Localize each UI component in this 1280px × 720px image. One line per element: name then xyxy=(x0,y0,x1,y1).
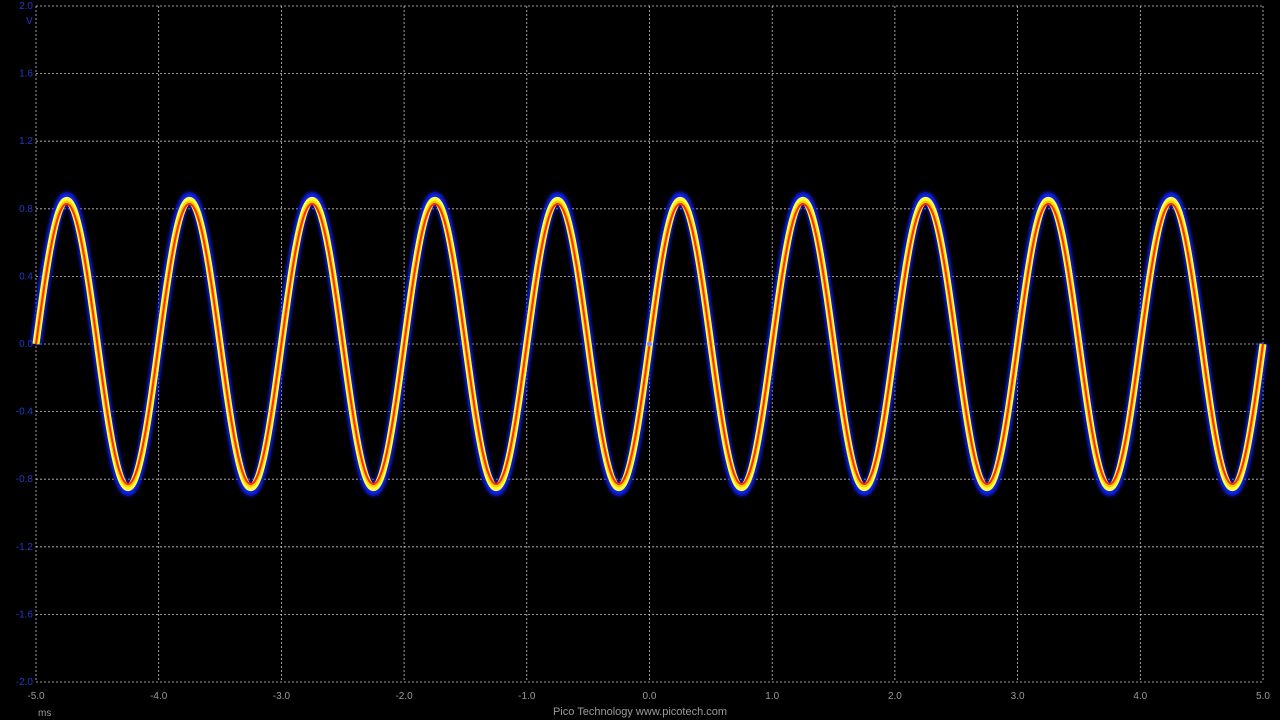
y-tick-label: -1.2 xyxy=(16,542,34,553)
x-tick-label: 0.0 xyxy=(643,691,657,702)
x-tick-label: 1.0 xyxy=(765,691,779,702)
y-tick-label: -0.8 xyxy=(16,474,34,485)
y-tick-label: 2.0 xyxy=(19,1,33,12)
y-tick-label: -1.6 xyxy=(16,609,34,620)
x-tick-label: 2.0 xyxy=(888,691,902,702)
footer-text: Pico Technology www.picotech.com xyxy=(553,706,727,718)
y-tick-label: 1.6 xyxy=(19,69,33,80)
x-tick-label: -5.0 xyxy=(27,691,45,702)
x-tick-label: -1.0 xyxy=(518,691,536,702)
x-tick-label: -2.0 xyxy=(395,691,413,702)
x-tick-label: 5.0 xyxy=(1256,691,1270,702)
y-tick-label: 1.2 xyxy=(19,136,33,147)
trigger-marker xyxy=(647,341,652,347)
y-tick-label: -2.0 xyxy=(16,677,34,688)
x-tick-label: -3.0 xyxy=(273,691,291,702)
x-unit-label: ms xyxy=(38,708,51,719)
plot-background xyxy=(0,0,1280,720)
y-unit-label: V xyxy=(26,16,33,27)
y-tick-label: -0.4 xyxy=(16,407,34,418)
oscilloscope-display: 2.0 1.6 1.2 0.8 0.4 0.0 -0.4 -0.8 -1.2 -1.6 -2.0 V… xyxy=(0,0,1280,720)
x-tick-label: 4.0 xyxy=(1133,691,1147,702)
x-tick-label: -4.0 xyxy=(150,691,168,702)
y-tick-label: 0.8 xyxy=(19,204,33,215)
x-tick-label: 3.0 xyxy=(1011,691,1025,702)
y-tick-label: 0.4 xyxy=(19,271,33,282)
